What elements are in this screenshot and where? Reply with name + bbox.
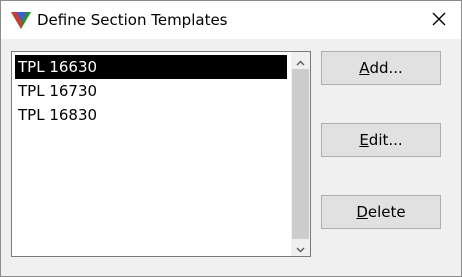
list-item[interactable]: TPL 16730	[15, 79, 287, 103]
chevron-up-icon	[296, 51, 305, 70]
close-icon	[432, 11, 446, 30]
delete-mnemonic: D	[356, 203, 368, 221]
template-listbox[interactable]: TPL 16630 TPL 16730 TPL 16830	[11, 51, 311, 257]
list-item[interactable]: TPL 16830	[15, 103, 287, 127]
title-bar[interactable]: Define Section Templates	[1, 1, 461, 39]
template-list: TPL 16630 TPL 16730 TPL 16830	[15, 55, 287, 127]
edit-button[interactable]: Edit...	[321, 123, 441, 157]
dialog-window: Define Section Templates TPL 16630 TPL 1…	[0, 0, 462, 277]
window-title: Define Section Templates	[37, 11, 228, 29]
edit-mnemonic: E	[359, 131, 369, 149]
delete-label: elete	[367, 203, 406, 221]
edit-label: dit...	[368, 131, 403, 149]
triangle-logo-icon	[10, 10, 32, 30]
add-mnemonic: A	[359, 59, 370, 77]
delete-button[interactable]: Delete	[321, 195, 441, 229]
vertical-scrollbar[interactable]	[291, 52, 310, 256]
chevron-down-icon	[296, 238, 305, 257]
scroll-down-button[interactable]	[291, 239, 310, 256]
list-item[interactable]: TPL 16630	[15, 55, 287, 79]
add-label: dd...	[369, 59, 403, 77]
close-button[interactable]	[417, 1, 461, 39]
add-button[interactable]: Add...	[321, 51, 441, 85]
scrollbar-thumb[interactable]	[292, 69, 309, 239]
scroll-up-button[interactable]	[291, 52, 310, 69]
